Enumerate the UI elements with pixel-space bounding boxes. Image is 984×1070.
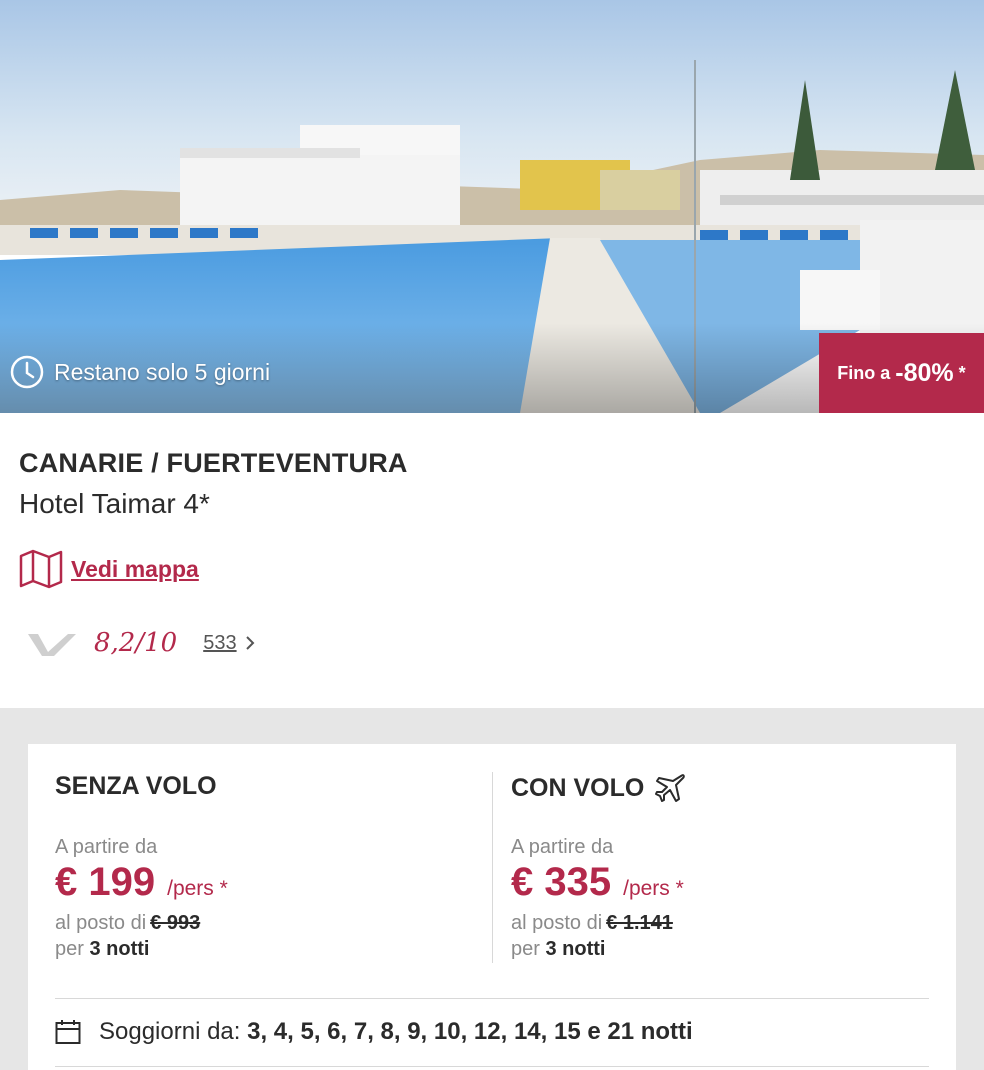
clock-icon (10, 355, 44, 389)
separator (55, 998, 929, 999)
countdown-text: Restano solo 5 giorni (54, 358, 271, 385)
price-per: /pers * (167, 877, 228, 900)
price-value: € 199 (55, 860, 156, 904)
column-divider (492, 772, 493, 963)
from-label: A partire da (511, 836, 614, 858)
chevron-right-icon[interactable] (243, 634, 257, 652)
stay-lengths-label: Soggiorni da: (99, 1018, 241, 1045)
price-value: € 335 (511, 860, 612, 904)
from-label: A partire da (55, 836, 158, 858)
offer-title: CON VOLO (511, 772, 686, 804)
offer-title-text: CON VOLO (511, 773, 645, 802)
price-per: /pers * (623, 877, 684, 900)
discount-badge: Fino a -80% * (819, 333, 984, 413)
review-site-logo (28, 628, 76, 658)
hotel-photo[interactable]: Restano solo 5 giorni Fino a -80% * (0, 0, 984, 413)
offer-title-text: SENZA VOLO (55, 772, 217, 800)
offer-title: SENZA VOLO (55, 772, 217, 801)
discount-prefix: Fino a (837, 362, 891, 383)
map-link[interactable]: Vedi mappa (19, 548, 199, 590)
old-price-label: al posto di (511, 912, 603, 934)
discount-value: -80% (895, 358, 954, 387)
price-line: € 335 /pers * (511, 860, 684, 905)
nights-value: 3 notti (89, 938, 150, 960)
destination-title: CANARIE / FUERTEVENTURA (19, 448, 408, 478)
rating-row: 8,2/10 533 (28, 628, 257, 658)
stay-lengths-values: 3, 4, 5, 6, 7, 8, 9, 10, 12, 14, 15 e 21… (247, 1018, 693, 1045)
offers-card: SENZA VOLO A partire da € 199 /pers * al… (28, 744, 956, 1070)
nights-label: per (55, 938, 84, 960)
old-price-line: al posto di € 993 (55, 912, 200, 935)
nights-label: per (511, 938, 540, 960)
stay-lengths: Soggiorni da: 3, 4, 5, 6, 7, 8, 9, 10, 1… (55, 1018, 693, 1046)
old-price: € 993 (150, 912, 201, 934)
rating-score: 8,2/10 (94, 628, 178, 658)
hotel-name: Hotel Taimar 4* (19, 488, 210, 519)
discount-mark: * (958, 362, 966, 383)
old-price: € 1.141 (606, 912, 673, 934)
plane-icon (654, 772, 686, 804)
old-price-line: al posto di € 1.141 (511, 912, 673, 935)
calendar-icon (55, 1019, 81, 1045)
nights-line: per 3 notti (55, 938, 149, 961)
price-line: € 199 /pers * (55, 860, 228, 905)
countdown-badge: Restano solo 5 giorni (10, 354, 270, 390)
old-price-label: al posto di (55, 912, 147, 934)
separator (55, 1066, 929, 1067)
reviews-count-link[interactable]: 533 (203, 632, 236, 655)
stay-lengths-text: Soggiorni da: 3, 4, 5, 6, 7, 8, 9, 10, 1… (99, 1018, 693, 1046)
map-icon (19, 548, 63, 590)
nights-value: 3 notti (545, 938, 606, 960)
nights-line: per 3 notti (511, 938, 605, 961)
map-link-label: Vedi mappa (71, 555, 199, 582)
